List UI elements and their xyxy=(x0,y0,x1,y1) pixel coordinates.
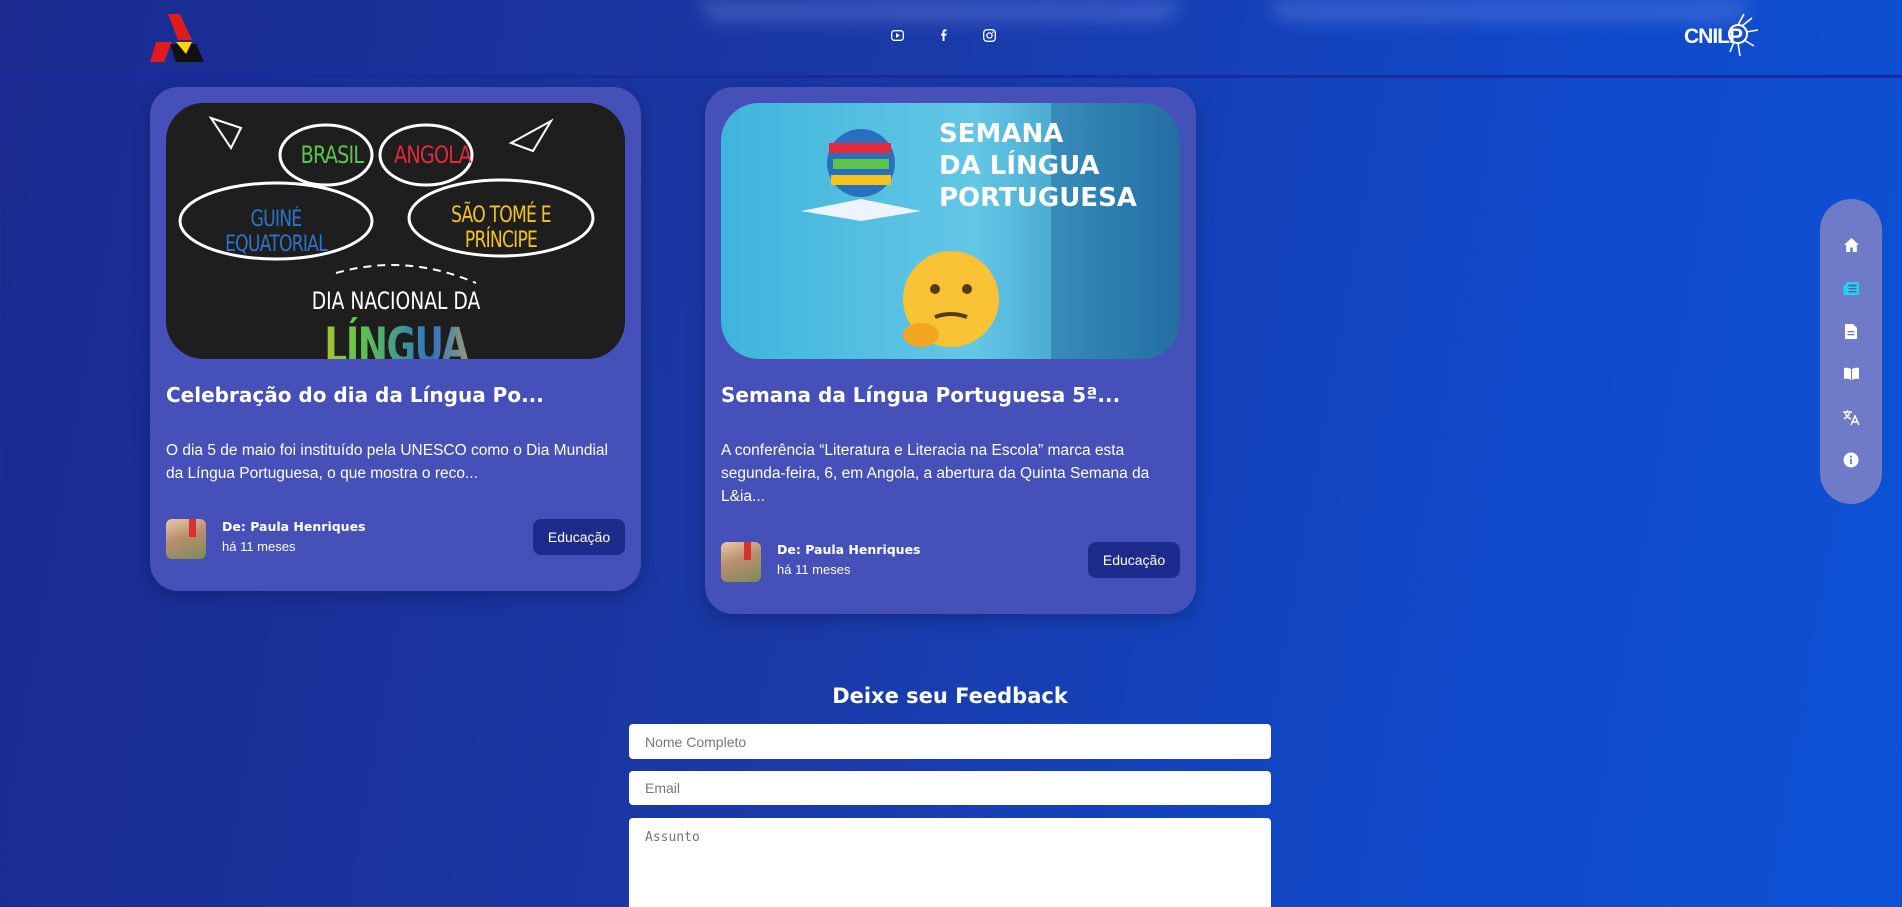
site-logo[interactable] xyxy=(150,14,204,62)
header-glow xyxy=(1270,0,1750,22)
avatar xyxy=(166,519,206,559)
news-icon[interactable] xyxy=(1841,278,1861,298)
news-card-title[interactable]: Semana da Língua Portuguesa 5ª... xyxy=(721,383,1180,407)
author-name: De: Paula Henriques xyxy=(222,519,366,534)
image-heading: PORTUGUESA xyxy=(939,183,1137,213)
image-label: ANGOLA xyxy=(394,141,472,169)
news-card-title[interactable]: Celebração do dia da Língua Po... xyxy=(166,383,625,407)
image-label: GUINÉ EQUATORIAL xyxy=(225,207,328,257)
news-card-footer: De: Paula Henriques há 11 meses Educação xyxy=(721,542,1180,584)
document-icon[interactable] xyxy=(1841,321,1861,341)
name-input[interactable] xyxy=(629,724,1271,759)
feedback-title: Deixe seu Feedback xyxy=(832,684,1068,708)
category-tag-button[interactable]: Educação xyxy=(533,519,625,555)
partner-logo[interactable]: CNILP xyxy=(1684,12,1764,62)
news-card-excerpt: O dia 5 de maio foi instituído pela UNES… xyxy=(166,442,608,482)
image-heading: DA LÍNGUA xyxy=(939,151,1100,181)
post-time: há 11 meses xyxy=(222,539,296,554)
category-tag-button[interactable]: Educação xyxy=(1088,542,1180,578)
facebook-icon[interactable] xyxy=(934,26,952,44)
youtube-icon[interactable] xyxy=(888,26,906,44)
side-navigation xyxy=(1820,199,1882,504)
news-card-footer: De: Paula Henriques há 11 meses Educação xyxy=(166,519,625,561)
news-card-excerpt: A conferência “Literatura e Literacia na… xyxy=(721,442,1150,505)
image-heading: SEMANA xyxy=(939,119,1064,149)
image-label: BRASIL xyxy=(300,141,364,169)
news-card-image[interactable]: BRASIL ANGOLA GUINÉ EQUATORIAL SÃO TOMÉ … xyxy=(166,103,625,359)
home-icon[interactable] xyxy=(1841,235,1861,255)
avatar xyxy=(721,542,761,582)
book-icon[interactable] xyxy=(1841,364,1861,384)
subject-textarea[interactable] xyxy=(629,818,1271,907)
instagram-icon[interactable] xyxy=(980,26,998,44)
translate-icon[interactable] xyxy=(1841,407,1861,427)
news-card-image[interactable]: SEMANA DA LÍNGUA PORTUGUESA xyxy=(721,103,1180,359)
image-heading: LÍNGUA PORTUGUESA xyxy=(216,317,576,359)
info-icon[interactable] xyxy=(1841,450,1861,470)
image-label: SÃO TOMÉ E PRÍNCIPE xyxy=(451,203,552,253)
news-card[interactable]: BRASIL ANGOLA GUINÉ EQUATORIAL SÃO TOMÉ … xyxy=(150,87,641,591)
top-navbar: CNILP xyxy=(0,0,1902,78)
post-time: há 11 meses xyxy=(777,562,851,577)
news-card[interactable]: SEMANA DA LÍNGUA PORTUGUESA Semana da Lí… xyxy=(705,87,1196,614)
author-name: De: Paula Henriques xyxy=(777,542,921,557)
email-input[interactable] xyxy=(629,771,1271,805)
header-glow xyxy=(700,0,1180,22)
image-heading: DIA NACIONAL DA xyxy=(311,287,481,315)
